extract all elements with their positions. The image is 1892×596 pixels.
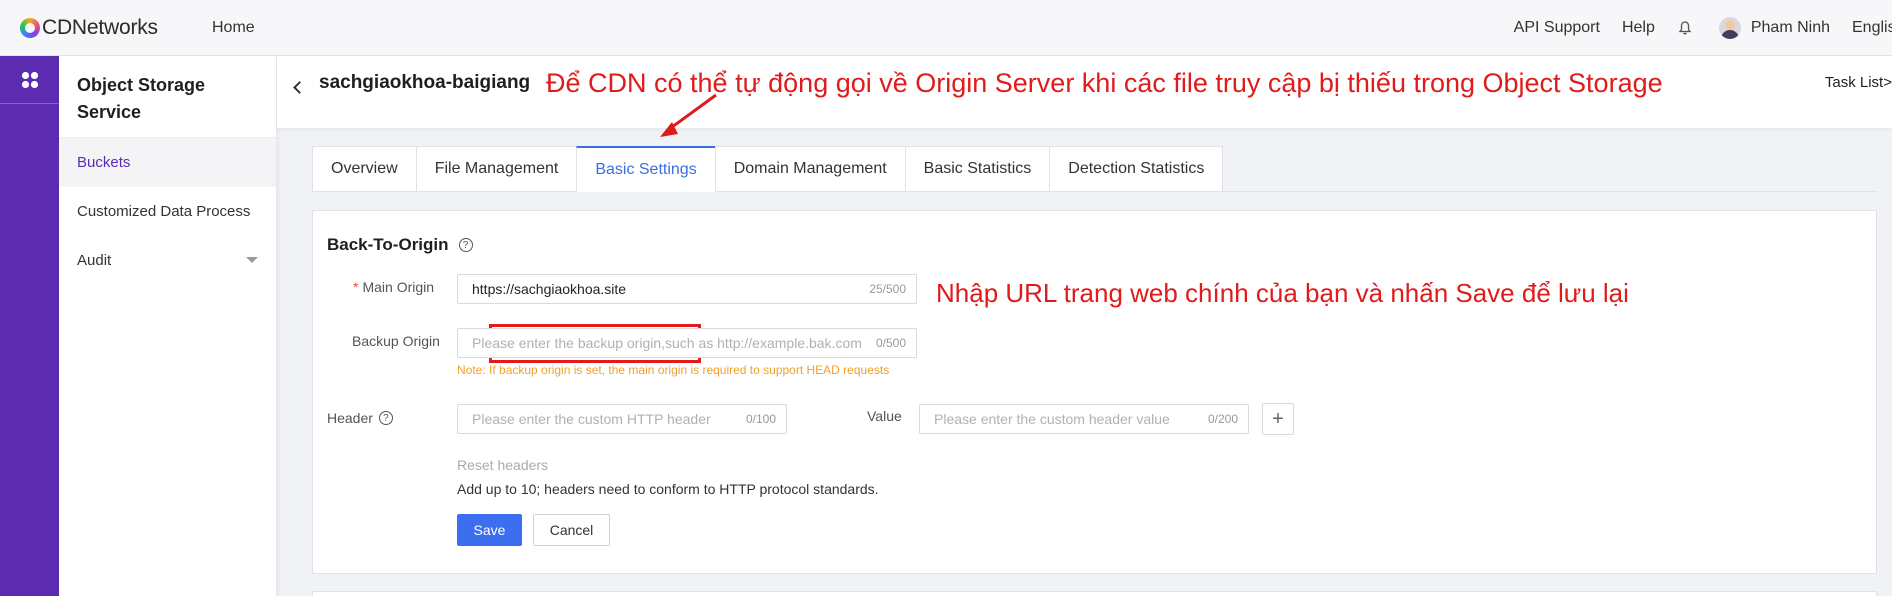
- main-content: sachgiaokhoa-baigiang Để CDN có thể tự đ…: [277, 56, 1892, 596]
- user-name[interactable]: Pham Ninh: [1751, 19, 1830, 37]
- bucket-detail-content: Overview File Management Basic Settings …: [312, 146, 1877, 574]
- sidebar-item-buckets[interactable]: Buckets: [59, 138, 276, 187]
- main-origin-label: * Main Origin: [353, 279, 434, 295]
- tab-detection-statistics[interactable]: Detection Statistics: [1049, 146, 1224, 192]
- backup-origin-input[interactable]: Please enter the backup origin,such as h…: [457, 328, 917, 358]
- top-navigation-bar: CDNetworks Home API Support Help Pham Ni…: [0, 0, 1892, 56]
- back-to-origin-card: Back-To-Origin ? * Main Origin https://sa…: [312, 210, 1877, 574]
- brand-name: CDNetworks: [42, 16, 158, 39]
- header-label: Header ?: [327, 410, 393, 426]
- main-origin-input[interactable]: https://sachgiaokhoa.site 25/500: [457, 274, 917, 304]
- header-counter: 0/100: [745, 412, 776, 426]
- back-chevron-icon[interactable]: [293, 81, 306, 94]
- service-title: Object Storage Service: [59, 56, 276, 138]
- side-menu: Object Storage Service Buckets Customize…: [59, 56, 277, 596]
- user-avatar[interactable]: [1718, 17, 1741, 39]
- header-label-text: Header: [327, 410, 373, 426]
- header-input[interactable]: Please enter the custom HTTP header 0/10…: [457, 404, 787, 434]
- value-label: Value: [867, 408, 902, 424]
- apps-grid-button[interactable]: [0, 56, 59, 104]
- section-title-text: Back-To-Origin: [327, 235, 449, 254]
- apps-grid-icon: [21, 71, 38, 88]
- reset-headers-link[interactable]: Reset headers: [457, 457, 548, 473]
- sidebar-item-audit[interactable]: Audit: [59, 236, 276, 285]
- required-mark: *: [353, 279, 359, 295]
- task-list-link[interactable]: Task List>: [1825, 74, 1892, 91]
- main-origin-label-text: Main Origin: [362, 279, 435, 295]
- value-input[interactable]: Please enter the custom header value 0/2…: [919, 404, 1249, 434]
- sidebar-item-label: Audit: [77, 252, 112, 269]
- headers-hint: Add up to 10; headers need to conform to…: [457, 481, 879, 497]
- header-placeholder: Please enter the custom HTTP header: [472, 411, 711, 427]
- backup-origin-counter: 0/500: [875, 336, 906, 350]
- backup-origin-label: Backup Origin: [352, 333, 440, 349]
- sidebar-item-customized-data-process[interactable]: Customized Data Process: [59, 187, 276, 236]
- help-circle-icon[interactable]: ?: [458, 238, 473, 252]
- help-link[interactable]: Help: [1622, 19, 1655, 37]
- value-placeholder: Please enter the custom header value: [934, 411, 1170, 427]
- save-button[interactable]: Save: [457, 514, 522, 546]
- section-title: Back-To-Origin ?: [327, 235, 473, 255]
- bucket-name-title: sachgiaokhoa-baigiang: [319, 72, 531, 93]
- chevron-down-icon: [246, 257, 258, 263]
- bucket-tabs: Overview File Management Basic Settings …: [312, 146, 1877, 192]
- sidebar-item-label: Customized Data Process: [77, 203, 251, 220]
- tab-basic-settings[interactable]: Basic Settings: [576, 146, 715, 192]
- api-support-link[interactable]: API Support: [1514, 19, 1600, 37]
- sidebar-item-label: Buckets: [77, 154, 131, 171]
- cancel-button[interactable]: Cancel: [533, 514, 610, 546]
- tab-domain-management[interactable]: Domain Management: [714, 146, 905, 192]
- tab-basic-statistics[interactable]: Basic Statistics: [904, 146, 1050, 192]
- tab-file-management[interactable]: File Management: [415, 146, 577, 192]
- main-origin-value: https://sachgiaokhoa.site: [472, 281, 627, 297]
- top-right-nav: API Support Help Pham Ninh English: [1492, 0, 1892, 56]
- next-section-card: [312, 591, 1877, 596]
- value-counter: 0/200: [1207, 412, 1238, 426]
- product-rail: [0, 56, 59, 596]
- language-selector[interactable]: English: [1852, 19, 1892, 37]
- backup-origin-note: Note: If backup origin is set, the main …: [457, 363, 890, 377]
- cdnetworks-logo[interactable]: CDNetworks: [20, 16, 158, 40]
- annotation-top-note: Để CDN có thể tự động gọi về Origin Serv…: [546, 68, 1663, 98]
- page-header: sachgiaokhoa-baigiang Để CDN có thể tự đ…: [277, 56, 1892, 128]
- cdnetworks-logo-icon: [20, 18, 40, 38]
- help-circle-icon[interactable]: ?: [378, 411, 393, 425]
- bell-icon[interactable]: [1677, 20, 1693, 36]
- nav-home-link[interactable]: Home: [212, 19, 255, 37]
- annotation-right-note: Nhập URL trang web chính của bạn và nhấn…: [936, 278, 1629, 308]
- backup-origin-placeholder: Please enter the backup origin,such as h…: [472, 335, 862, 351]
- main-origin-counter: 25/500: [869, 282, 906, 296]
- tab-overview[interactable]: Overview: [312, 146, 416, 192]
- add-header-button[interactable]: +: [1262, 403, 1294, 435]
